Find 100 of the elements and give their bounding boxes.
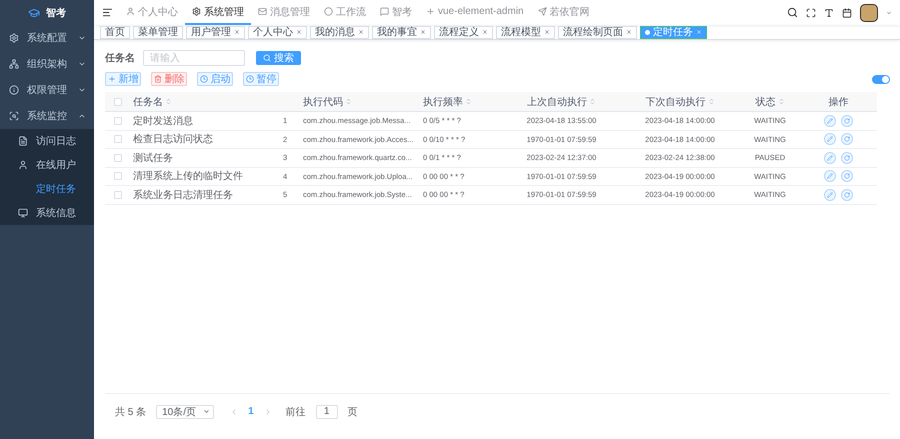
sidebar-subitem[interactable]: 系统信息 (0, 201, 94, 225)
column-header[interactable]: 上次自动执行 (503, 92, 620, 112)
close-icon (544, 29, 550, 35)
chevron-down-icon (78, 86, 86, 94)
sidebar-item[interactable]: 权限管理 (0, 77, 94, 103)
user-icon (126, 7, 135, 16)
refresh-button[interactable] (841, 133, 853, 146)
edit-button[interactable] (824, 170, 836, 182)
chevron-up-icon (78, 112, 86, 120)
trash-icon (154, 75, 162, 83)
gear-icon (9, 33, 19, 43)
clock-icon (200, 75, 208, 83)
edit-button[interactable] (824, 114, 836, 127)
row-checkbox[interactable] (114, 172, 122, 180)
table-cell: 检查日志访问状态 (133, 130, 283, 149)
sort-icon (345, 98, 352, 105)
sort-icon (465, 98, 472, 105)
sidebar-item[interactable]: 系统监控 (0, 103, 94, 129)
goto-label: 前往 (286, 406, 306, 418)
gear-icon (192, 7, 201, 16)
sort-icon (589, 98, 596, 105)
column-header: 操作 (800, 92, 877, 112)
sidebar-item[interactable]: 组织架构 (0, 51, 94, 77)
table-cell: 测试任务 (133, 149, 283, 168)
chevron-down-icon (78, 34, 86, 42)
circle-icon (324, 7, 333, 16)
paper-plane-icon (538, 7, 547, 16)
refresh-button[interactable] (841, 188, 853, 201)
pencil-icon (827, 118, 833, 124)
edit-button[interactable] (824, 152, 836, 164)
chat-icon (380, 7, 389, 16)
chevron-down-icon (203, 408, 210, 415)
tag[interactable]: 我的事宜 (372, 26, 431, 38)
hierarchy-icon (9, 59, 19, 69)
clock-icon (246, 75, 254, 83)
refresh-button[interactable] (841, 152, 853, 164)
envelope-icon (258, 7, 267, 16)
edit-button[interactable] (824, 133, 836, 146)
column-header[interactable]: 下次自动执行 (620, 92, 740, 112)
tag[interactable]: 首页 (100, 26, 130, 38)
sidebar-subitem[interactable]: 在线用户 (0, 153, 94, 177)
monitor-icon (18, 208, 28, 218)
close-icon (296, 29, 302, 35)
user-icon (18, 160, 28, 170)
chevron-down-icon (78, 60, 86, 68)
toggle-switch[interactable] (872, 74, 890, 84)
brand-name: 智考 (46, 6, 66, 20)
task-name-field[interactable]: 请输入 (143, 50, 245, 66)
tag[interactable]: 我的消息 (310, 26, 369, 38)
document-icon (18, 136, 28, 146)
avatar[interactable] (860, 4, 878, 22)
row-checkbox[interactable] (114, 135, 122, 144)
refresh-button[interactable] (841, 170, 853, 182)
column-header[interactable]: 执行代码 (303, 92, 423, 112)
table-cell: 系统业务日志清理任务 (133, 186, 283, 204)
sidebar-subitem[interactable]: 定时任务 (0, 177, 94, 201)
sidebar-item[interactable]: 系统配置 (0, 25, 94, 51)
row-checkbox[interactable] (114, 190, 122, 199)
refresh-icon (844, 154, 850, 161)
caret-icon (886, 10, 892, 16)
edit-button[interactable] (824, 188, 836, 201)
close-icon (696, 29, 702, 35)
close-icon (420, 29, 426, 35)
column-header[interactable]: 状态 (740, 92, 800, 112)
fullscreen-icon (806, 8, 816, 18)
pencil-icon (827, 192, 833, 198)
page-size-select[interactable]: 10条/页 (156, 404, 214, 418)
row-checkbox[interactable] (114, 154, 122, 162)
goto-page-field[interactable]: 1 (316, 404, 338, 418)
field-label: 任务名 (105, 52, 135, 65)
tag[interactable]: 菜单管理 (133, 26, 183, 38)
column-header[interactable]: 执行频率 (423, 92, 503, 112)
sort-icon (708, 98, 714, 105)
refresh-icon (844, 136, 850, 142)
sidebar-subitem[interactable]: 访问日志 (0, 129, 94, 153)
close-icon (482, 29, 488, 35)
pencil-icon (827, 154, 833, 161)
tag[interactable]: 流程定义 (434, 26, 493, 38)
tag[interactable]: 流程模型 (496, 26, 555, 38)
graduation-cap-icon (28, 6, 40, 18)
tag[interactable]: 用户管理 (186, 26, 245, 38)
table-cell: 定时发送消息 (133, 112, 283, 130)
close-icon (358, 29, 364, 35)
refresh-icon (844, 118, 850, 124)
refresh-button[interactable] (841, 114, 853, 127)
close-icon (626, 29, 632, 35)
sort-icon (778, 98, 784, 105)
sort-icon (165, 98, 172, 105)
total-count: 共 5 条 (115, 406, 146, 418)
tag[interactable]: 个人中心 (248, 26, 307, 38)
pencil-icon (827, 136, 833, 142)
column-header[interactable]: 任务名 (133, 92, 303, 112)
row-checkbox[interactable] (114, 116, 122, 125)
search-icon (263, 54, 271, 62)
refresh-icon (844, 173, 850, 180)
select-all-checkbox[interactable] (114, 98, 122, 106)
menu-icon[interactable] (102, 7, 113, 18)
magnifier-icon (9, 111, 19, 121)
tag[interactable]: 流程绘制页面 (558, 26, 637, 38)
plus-icon (426, 7, 435, 16)
